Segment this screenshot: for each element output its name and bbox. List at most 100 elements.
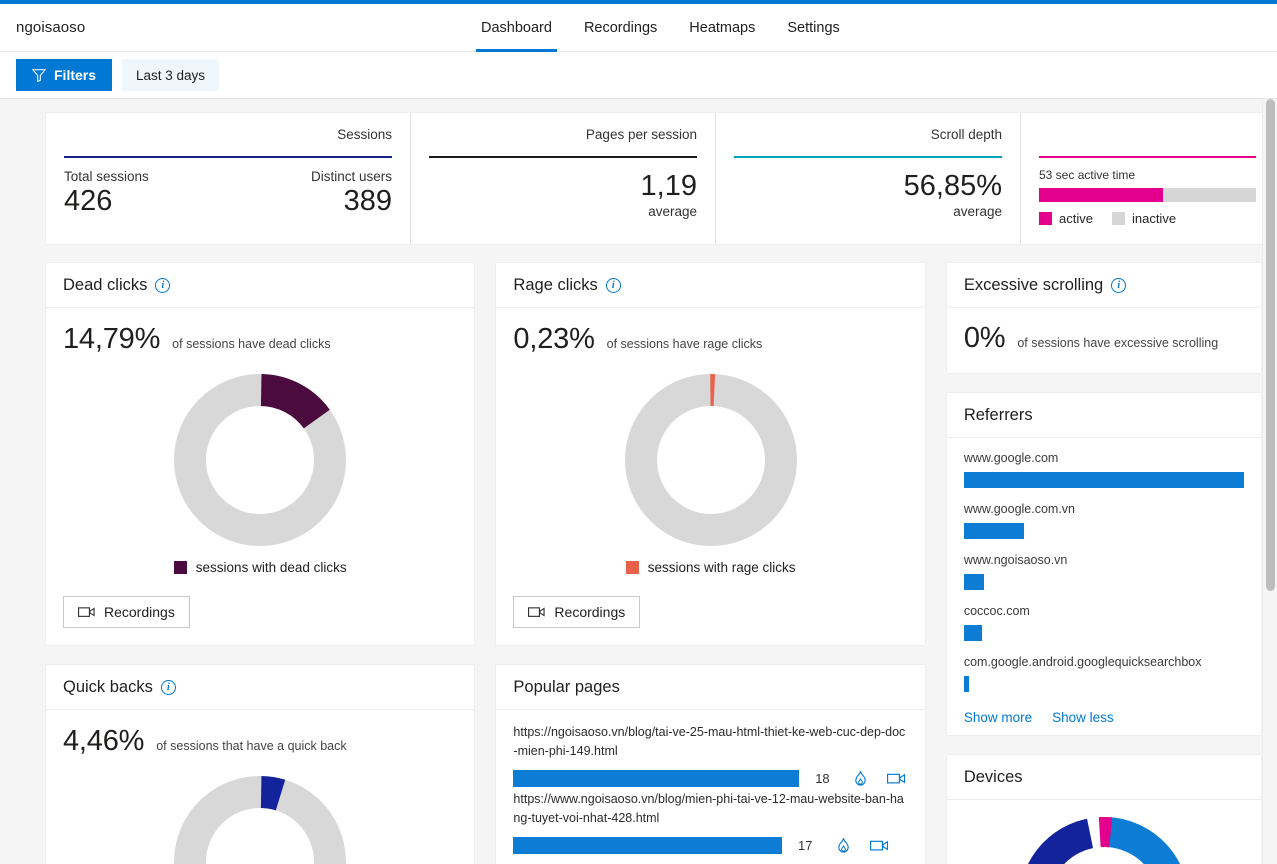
dead-clicks-percent: 14,79% <box>63 323 160 356</box>
popular-page-url[interactable]: https://ngoisaoso.vn/blog/tai-ve-25-mau-… <box>513 723 907 762</box>
rage-clicks-header: Rage clicks i <box>496 263 924 308</box>
kpi-scroll-title: Scroll depth <box>734 127 1002 147</box>
kpi-strip: Sessions Total sessions 426 Distinct use… <box>46 113 1274 244</box>
dead-clicks-donut <box>174 374 346 546</box>
devices-header: Devices <box>947 755 1261 800</box>
tab-dashboard[interactable]: Dashboard <box>465 4 568 52</box>
active-time-bar-inactive <box>1163 188 1256 202</box>
kpi-pages-title: Pages per session <box>429 127 697 147</box>
referrers-header: Referrers <box>947 393 1261 438</box>
info-icon[interactable]: i <box>606 278 621 293</box>
video-camera-icon[interactable] <box>887 772 906 785</box>
kpi-active-time-title <box>1039 127 1256 147</box>
rage-clicks-recordings-button[interactable]: Recordings <box>513 596 640 628</box>
popular-page-url[interactable]: https://www.ngoisaoso.vn/blog/mien-phi-t… <box>513 790 907 829</box>
kpi-distinct-users-value: 389 <box>311 185 392 218</box>
dead-clicks-recordings-label: Recordings <box>104 604 175 620</box>
active-swatch-icon <box>1039 212 1052 225</box>
kpi-pages-per-session: Pages per session 1,19 average <box>410 113 715 244</box>
kpi-active-time: 53 sec active time active inactive <box>1020 113 1274 244</box>
app-root: ngoisaoso Dashboard Recordings Heatmaps … <box>0 0 1277 864</box>
card-rage-clicks: Rage clicks i 0,23% of sessions have rag… <box>496 263 924 645</box>
card-dead-clicks: Dead clicks i 14,79% of sessions have de… <box>46 263 474 645</box>
quick-backs-title: Quick backs <box>63 678 153 697</box>
kpi-pages-unit: average <box>429 204 697 219</box>
kpi-scroll-value: 56,85% <box>734 170 1002 203</box>
dead-clicks-legend: sessions with dead clicks <box>174 560 347 575</box>
excessive-scrolling-header: Excessive scrolling i <box>947 263 1261 308</box>
inactive-swatch-icon <box>1112 212 1125 225</box>
dead-clicks-desc: of sessions have dead clicks <box>172 337 330 351</box>
flame-icon[interactable] <box>853 770 868 787</box>
app-header: ngoisaoso Dashboard Recordings Heatmaps … <box>0 4 1277 52</box>
column-left: Dead clicks i 14,79% of sessions have de… <box>46 263 474 864</box>
video-camera-icon[interactable] <box>870 839 889 852</box>
rage-clicks-recordings-label: Recordings <box>554 604 625 620</box>
quick-backs-donut <box>174 776 346 864</box>
kpi-sessions-title: Sessions <box>64 127 392 147</box>
filters-button[interactable]: Filters <box>16 59 112 91</box>
column-right: Excessive scrolling i 0% of sessions hav… <box>947 263 1261 864</box>
funnel-icon <box>32 68 46 82</box>
kpi-sessions: Sessions Total sessions 426 Distinct use… <box>46 113 410 244</box>
excessive-scrolling-title: Excessive scrolling <box>964 276 1103 295</box>
popular-page-bar <box>513 837 782 854</box>
kpi-scroll-depth: Scroll depth 56,85% average <box>715 113 1020 244</box>
popular-page-bar <box>513 770 799 787</box>
dashboard-grid: Dead clicks i 14,79% of sessions have de… <box>46 263 1261 864</box>
card-popular-pages: Popular pages https://ngoisaoso.vn/blog/… <box>496 665 924 864</box>
referrer-label: coccoc.com <box>964 604 1244 618</box>
referrer-bar <box>964 676 970 692</box>
kpi-total-sessions-label: Total sessions <box>64 169 149 184</box>
rage-clicks-swatch-icon <box>626 561 639 574</box>
quick-backs-header: Quick backs i <box>46 665 474 710</box>
info-icon[interactable]: i <box>161 680 176 695</box>
active-time-bar-active <box>1039 188 1163 202</box>
date-range-chip[interactable]: Last 3 days <box>122 59 219 91</box>
video-camera-icon <box>528 606 545 618</box>
active-time-bar <box>1039 188 1256 202</box>
referrer-bar <box>964 574 984 590</box>
list-item: www.google.com.vn <box>964 502 1244 539</box>
kpi-scroll-unit: average <box>734 204 1002 219</box>
rage-clicks-legend-label: sessions with rage clicks <box>648 560 796 575</box>
tab-settings[interactable]: Settings <box>771 4 855 52</box>
tab-heatmaps[interactable]: Heatmaps <box>673 4 771 52</box>
popular-page-count: 18 <box>799 771 845 786</box>
referrers-title: Referrers <box>964 406 1033 425</box>
info-icon[interactable]: i <box>155 278 170 293</box>
inactive-legend-label: inactive <box>1132 211 1176 226</box>
quick-backs-desc: of sessions that have a quick back <box>156 739 346 753</box>
flame-icon[interactable] <box>836 837 851 854</box>
kpi-total-sessions-value: 426 <box>64 185 149 218</box>
list-item: www.google.com <box>964 451 1244 488</box>
dead-clicks-recordings-button[interactable]: Recordings <box>63 596 190 628</box>
dead-clicks-title: Dead clicks <box>63 276 147 295</box>
video-camera-icon <box>78 606 95 618</box>
vertical-scrollbar[interactable] <box>1262 99 1277 864</box>
list-item: com.google.android.googlequicksearchbox <box>964 655 1244 692</box>
dashboard-content: Sessions Total sessions 426 Distinct use… <box>0 99 1277 864</box>
show-more-link[interactable]: Show more <box>964 710 1032 725</box>
kpi-distinct-users-label: Distinct users <box>311 169 392 184</box>
filters-button-label: Filters <box>54 67 96 83</box>
rage-clicks-legend: sessions with rage clicks <box>626 560 796 575</box>
dead-clicks-swatch-icon <box>174 561 187 574</box>
list-item: https://www.ngoisaoso.vn/blog/mien-phi-t… <box>513 788 907 855</box>
active-legend-label: active <box>1059 211 1093 226</box>
active-time-legend: active inactive <box>1039 211 1256 226</box>
tab-recordings[interactable]: Recordings <box>568 4 673 52</box>
scrollbar-thumb[interactable] <box>1266 99 1275 591</box>
referrer-bar <box>964 523 1024 539</box>
list-item: https://ngoisaoso.vn/blog/tai-ve-25-mau-… <box>513 721 907 788</box>
show-less-link[interactable]: Show less <box>1052 710 1114 725</box>
info-icon[interactable]: i <box>1111 278 1126 293</box>
quick-backs-percent: 4,46% <box>63 725 144 758</box>
kpi-sessions-rule <box>64 156 392 158</box>
excessive-scrolling-percent: 0% <box>964 322 1006 355</box>
referrer-label: www.ngoisaoso.vn <box>964 553 1244 567</box>
rage-clicks-title: Rage clicks <box>513 276 597 295</box>
excessive-scrolling-desc: of sessions have excessive scrolling <box>1017 336 1218 350</box>
kpi-scroll-rule <box>734 156 1002 158</box>
referrer-bar <box>964 625 982 641</box>
